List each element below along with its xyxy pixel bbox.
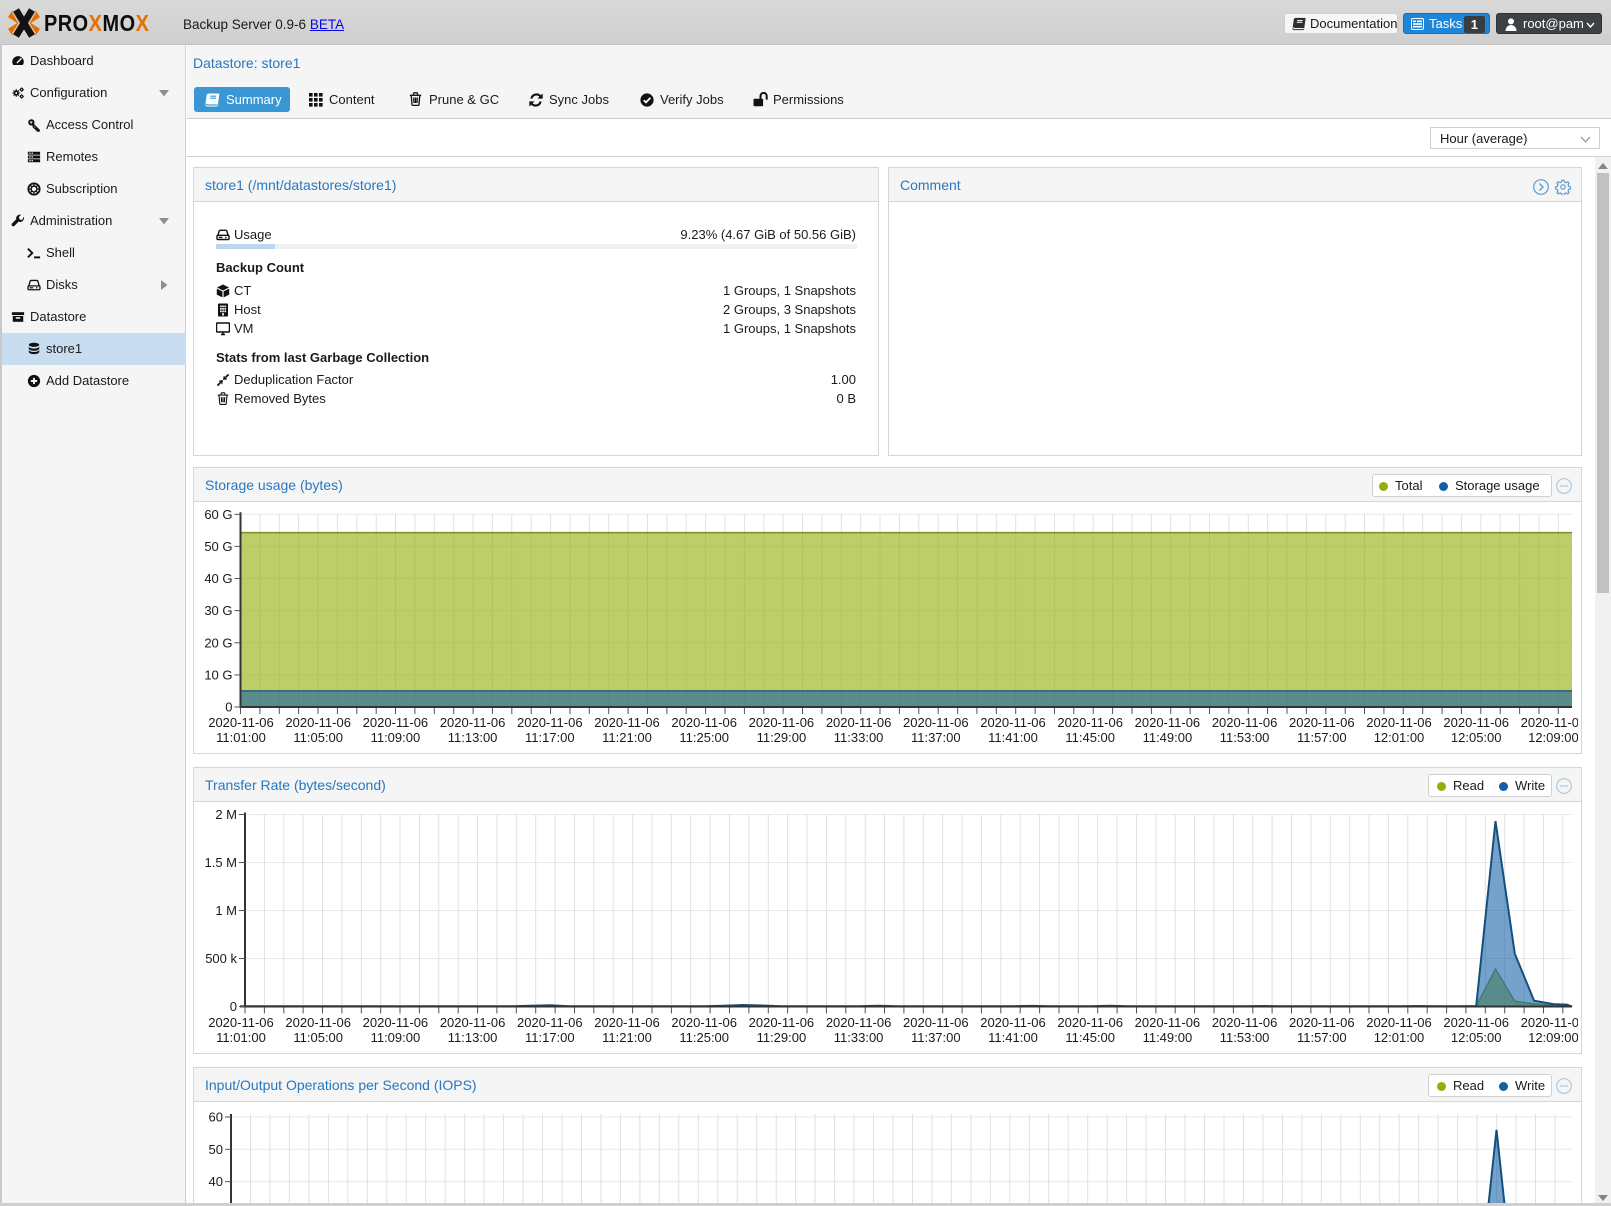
svg-text:2020-11-06: 2020-11-06 <box>671 715 737 730</box>
svg-text:11:53:00: 11:53:00 <box>1220 1030 1270 1045</box>
svg-text:2020-11-06: 2020-11-06 <box>749 1015 815 1030</box>
svg-text:10 G: 10 G <box>204 667 232 682</box>
svg-text:2020-11-06: 2020-11-06 <box>285 715 351 730</box>
svg-text:11:57:00: 11:57:00 <box>1297 1030 1347 1045</box>
svg-text:0: 0 <box>225 700 232 715</box>
svg-text:2020-11-06: 2020-11-06 <box>285 1015 351 1030</box>
svg-text:2020-11-06: 2020-11-06 <box>517 1015 583 1030</box>
svg-text:60 G: 60 G <box>204 507 232 522</box>
svg-text:40: 40 <box>209 1174 223 1189</box>
svg-text:2020-11-06: 2020-11-06 <box>1289 715 1355 730</box>
svg-text:2020-11-06: 2020-11-06 <box>363 715 429 730</box>
svg-text:12:05:00: 12:05:00 <box>1451 1030 1502 1045</box>
svg-text:11:17:00: 11:17:00 <box>525 730 575 745</box>
svg-text:11:09:00: 11:09:00 <box>371 1030 421 1045</box>
svg-text:2020-11-06: 2020-11-06 <box>980 715 1046 730</box>
svg-text:11:45:00: 11:45:00 <box>1065 730 1115 745</box>
svg-text:40 G: 40 G <box>204 571 232 586</box>
svg-text:11:49:00: 11:49:00 <box>1143 1030 1193 1045</box>
svg-text:2020-11-06: 2020-11-06 <box>1521 715 1587 730</box>
svg-text:11:17:00: 11:17:00 <box>525 1030 575 1045</box>
svg-text:11:05:00: 11:05:00 <box>293 730 343 745</box>
svg-text:2020-11-06: 2020-11-06 <box>1057 1015 1123 1030</box>
svg-text:11:37:00: 11:37:00 <box>911 730 961 745</box>
svg-text:11:41:00: 11:41:00 <box>988 730 1038 745</box>
svg-text:2020-11-06: 2020-11-06 <box>903 1015 969 1030</box>
svg-text:11:45:00: 11:45:00 <box>1065 1030 1115 1045</box>
svg-text:2020-11-06: 2020-11-06 <box>517 715 583 730</box>
svg-text:12:05:00: 12:05:00 <box>1451 730 1502 745</box>
svg-text:2020-11-06: 2020-11-06 <box>671 1015 737 1030</box>
svg-text:12:01:00: 12:01:00 <box>1374 730 1425 745</box>
svg-text:2020-11-06: 2020-11-06 <box>826 1015 892 1030</box>
svg-text:2020-11-06: 2020-11-06 <box>1366 1015 1432 1030</box>
svg-text:11:05:00: 11:05:00 <box>293 1030 343 1045</box>
svg-text:2020-11-06: 2020-11-06 <box>594 1015 660 1030</box>
svg-text:2020-11-06: 2020-11-06 <box>903 715 969 730</box>
svg-text:2020-11-06: 2020-11-06 <box>440 715 506 730</box>
svg-text:2020-11-06: 2020-11-06 <box>363 1015 429 1030</box>
svg-text:11:33:00: 11:33:00 <box>834 1030 884 1045</box>
svg-text:11:09:00: 11:09:00 <box>371 730 421 745</box>
svg-text:11:33:00: 11:33:00 <box>834 730 884 745</box>
svg-text:11:41:00: 11:41:00 <box>988 1030 1038 1045</box>
svg-text:50 G: 50 G <box>204 539 232 554</box>
svg-text:2020-11-06: 2020-11-06 <box>1443 715 1509 730</box>
svg-text:500 k: 500 k <box>205 951 237 966</box>
svg-text:50: 50 <box>209 1142 223 1157</box>
svg-text:2020-11-06: 2020-11-06 <box>208 1015 274 1030</box>
svg-text:11:25:00: 11:25:00 <box>679 730 729 745</box>
svg-text:2020-11-06: 2020-11-06 <box>440 1015 506 1030</box>
svg-text:11:01:00: 11:01:00 <box>216 1030 266 1045</box>
svg-text:11:49:00: 11:49:00 <box>1143 730 1193 745</box>
svg-text:12:09:00: 12:09:00 <box>1528 1030 1579 1045</box>
svg-text:2020-11-06: 2020-11-06 <box>1212 1015 1278 1030</box>
svg-text:11:53:00: 11:53:00 <box>1220 730 1270 745</box>
svg-text:20 G: 20 G <box>204 635 232 650</box>
svg-text:60: 60 <box>209 1110 223 1125</box>
svg-text:1.5 M: 1.5 M <box>204 855 237 870</box>
svg-text:11:29:00: 11:29:00 <box>757 730 807 745</box>
svg-text:2020-11-06: 2020-11-06 <box>1521 1015 1587 1030</box>
svg-text:2020-11-06: 2020-11-06 <box>826 715 892 730</box>
svg-text:12:01:00: 12:01:00 <box>1374 1030 1425 1045</box>
svg-text:2020-11-06: 2020-11-06 <box>1057 715 1123 730</box>
svg-text:11:57:00: 11:57:00 <box>1297 730 1347 745</box>
svg-text:2020-11-06: 2020-11-06 <box>594 715 660 730</box>
svg-text:2 M: 2 M <box>215 807 237 822</box>
svg-text:2020-11-06: 2020-11-06 <box>1366 715 1432 730</box>
svg-text:11:25:00: 11:25:00 <box>679 1030 729 1045</box>
svg-text:12:09:00: 12:09:00 <box>1528 730 1579 745</box>
svg-text:2020-11-06: 2020-11-06 <box>1135 715 1201 730</box>
svg-text:2020-11-06: 2020-11-06 <box>1135 1015 1201 1030</box>
svg-text:2020-11-06: 2020-11-06 <box>1443 1015 1509 1030</box>
svg-text:11:29:00: 11:29:00 <box>757 1030 807 1045</box>
svg-text:1 M: 1 M <box>215 903 237 918</box>
svg-text:0: 0 <box>230 999 237 1014</box>
svg-text:11:21:00: 11:21:00 <box>602 730 652 745</box>
svg-text:2020-11-06: 2020-11-06 <box>749 715 815 730</box>
svg-text:2020-11-06: 2020-11-06 <box>1289 1015 1355 1030</box>
svg-text:2020-11-06: 2020-11-06 <box>1212 715 1278 730</box>
svg-text:2020-11-06: 2020-11-06 <box>980 1015 1046 1030</box>
svg-text:11:13:00: 11:13:00 <box>448 730 498 745</box>
svg-text:11:21:00: 11:21:00 <box>602 1030 652 1045</box>
svg-text:30 G: 30 G <box>204 603 232 618</box>
svg-text:11:13:00: 11:13:00 <box>448 1030 498 1045</box>
svg-text:11:01:00: 11:01:00 <box>216 730 266 745</box>
svg-text:2020-11-06: 2020-11-06 <box>208 715 274 730</box>
svg-text:11:37:00: 11:37:00 <box>911 1030 961 1045</box>
